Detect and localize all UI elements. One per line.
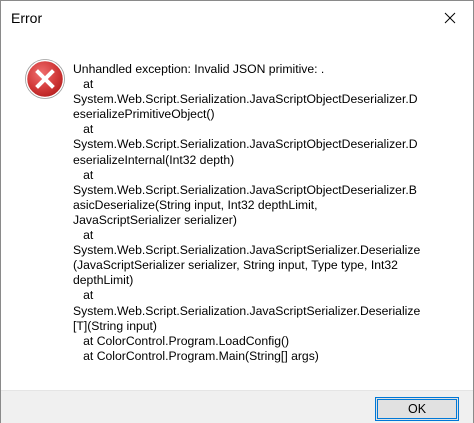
close-button[interactable] xyxy=(427,1,473,35)
message-line: at xyxy=(73,122,94,137)
ok-button[interactable]: OK xyxy=(375,397,459,421)
message-line: at xyxy=(73,288,94,303)
message-line: depthLimit) xyxy=(73,273,134,288)
window-title: Error xyxy=(11,10,43,26)
error-message: Unhandled exception: Invalid JSON primit… xyxy=(73,62,445,364)
message-line: at xyxy=(73,228,94,243)
error-dialog: Error Unhandled exception: Invalid JSON … xyxy=(0,0,474,423)
message-line: System.Web.Script.Serialization.JavaScri… xyxy=(73,137,418,152)
message-line: asicDeserialize(String input, Int32 dept… xyxy=(73,197,318,212)
message-line: eserializeInternal(Int32 depth) xyxy=(73,152,235,167)
message-line: System.Web.Script.Serialization.JavaScri… xyxy=(73,182,417,197)
message-line: [T](String input) xyxy=(73,318,157,333)
message-line: at xyxy=(73,167,94,182)
error-icon xyxy=(25,59,65,99)
message-line: at ColorControl.Program.LoadConfig() xyxy=(73,333,290,348)
message-line: JavaScriptSerializer serializer) xyxy=(73,212,237,227)
message-line: System.Web.Script.Serialization.JavaScri… xyxy=(73,243,421,258)
message-line: at xyxy=(73,77,94,92)
message-line: System.Web.Script.Serialization.JavaScri… xyxy=(73,92,418,107)
message-line: System.Web.Script.Serialization.JavaScri… xyxy=(73,303,421,318)
message-line: (JavaScriptSerializer serializer, String… xyxy=(73,258,398,273)
button-bar: OK xyxy=(1,390,473,423)
message-area: Unhandled exception: Invalid JSON primit… xyxy=(1,35,473,390)
message-line: eserializePrimitiveObject() xyxy=(73,107,215,122)
message-line: at ColorControl.Program.Main(String[] ar… xyxy=(73,348,319,363)
title-bar[interactable]: Error xyxy=(1,1,473,35)
message-line: Unhandled exception: Invalid JSON primit… xyxy=(73,62,325,76)
close-icon xyxy=(444,12,456,24)
